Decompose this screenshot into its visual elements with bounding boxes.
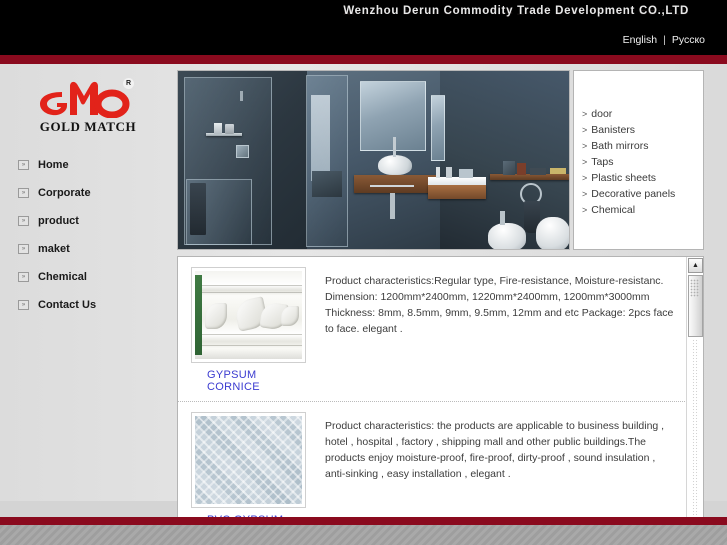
- scroll-up-button[interactable]: ▲: [688, 258, 703, 273]
- footer-accent-bar: [0, 517, 727, 525]
- double-chevron-icon: »: [18, 300, 29, 310]
- triangle-up-icon: ▲: [692, 262, 699, 269]
- category-label: Plastic sheets: [591, 172, 657, 184]
- double-chevron-icon: »: [18, 188, 29, 198]
- category-label: Chemical: [591, 204, 636, 216]
- page-body: R GOLD MATCH » Home » Corporate » produc…: [0, 64, 727, 545]
- language-link-english[interactable]: English: [623, 34, 657, 46]
- sidebar-item-label: maket: [38, 243, 70, 255]
- category-list: > door > Banisters > Bath mirrors > Taps > Pl…: [582, 106, 703, 218]
- sidebar-item-label: Chemical: [38, 271, 87, 283]
- sidebar-item-label: Corporate: [38, 187, 91, 199]
- category-label: Taps: [591, 156, 614, 168]
- double-chevron-icon: »: [18, 216, 29, 226]
- sidebar-item-chemical[interactable]: » Chemical: [18, 268, 168, 286]
- sidebar-item-contact-us[interactable]: » Contact Us: [18, 296, 168, 314]
- page-root: Wenzhou Derun Commodity Trade Developmen…: [0, 0, 727, 545]
- category-item-bath-mirrors[interactable]: > Bath mirrors: [582, 138, 703, 154]
- language-switcher: English | Русско: [623, 34, 705, 46]
- language-separator: |: [663, 34, 666, 46]
- sidebar-item-label: product: [38, 215, 79, 227]
- category-item-door[interactable]: > door: [582, 106, 703, 122]
- bathroom-photo: [178, 71, 569, 249]
- double-chevron-icon: »: [18, 160, 29, 170]
- category-item-chemical[interactable]: > Chemical: [582, 202, 703, 218]
- logo-mark-icon: R: [32, 76, 134, 119]
- sidebar-item-label: Home: [38, 159, 69, 171]
- logo-text: GOLD MATCH: [39, 119, 137, 134]
- product-row: GYPSUM CORNICE Product characteristics:R…: [178, 257, 703, 402]
- category-item-taps[interactable]: > Taps: [582, 154, 703, 170]
- category-label: door: [591, 108, 613, 120]
- sidebar-item-product[interactable]: » product: [18, 212, 168, 230]
- sidebar-item-corporate[interactable]: » Corporate: [18, 184, 168, 202]
- sidebar-item-label: Contact Us: [38, 299, 97, 311]
- product-title-link[interactable]: GYPSUM CORNICE: [207, 369, 309, 393]
- chevron-right-icon: >: [582, 109, 588, 119]
- category-label: Decorative panels: [591, 188, 676, 200]
- chevron-right-icon: >: [582, 141, 588, 151]
- language-link-russian[interactable]: Русско: [672, 34, 705, 46]
- category-item-plastic-sheets[interactable]: > Plastic sheets: [582, 170, 703, 186]
- header-accent-bar: [0, 55, 727, 64]
- category-label: Bath mirrors: [591, 140, 649, 152]
- chevron-right-icon: >: [582, 125, 588, 135]
- double-chevron-icon: »: [18, 244, 29, 254]
- category-item-banisters[interactable]: > Banisters: [582, 122, 703, 138]
- scrollbar-thumb-grip: [690, 279, 699, 297]
- registered-trademark-icon: R: [123, 78, 134, 89]
- site-logo[interactable]: R GOLD MATCH: [28, 76, 148, 138]
- chevron-right-icon: >: [582, 173, 588, 183]
- double-chevron-icon: »: [18, 272, 29, 282]
- product-description: Product characteristics:Regular type, Fi…: [325, 275, 674, 335]
- sidebar-nav: » Home » Corporate » product » maket » C…: [18, 156, 168, 324]
- product-list-panel: GYPSUM CORNICE Product characteristics:R…: [177, 256, 704, 545]
- footer-striped-area: [0, 525, 727, 545]
- chevron-right-icon: >: [582, 189, 588, 199]
- category-panel: > door > Banisters > Bath mirrors > Taps > Pl…: [573, 70, 704, 250]
- category-item-decorative-panels[interactable]: > Decorative panels: [582, 186, 703, 202]
- sidebar-item-home[interactable]: » Home: [18, 156, 168, 174]
- scrollbar-track[interactable]: [692, 339, 699, 539]
- company-name: Wenzhou Derun Commodity Trade Developmen…: [343, 5, 689, 17]
- gm-monogram-icon: [40, 81, 130, 119]
- chevron-right-icon: >: [582, 205, 588, 215]
- chevron-right-icon: >: [582, 157, 588, 167]
- banner-image: [177, 70, 570, 250]
- product-panel-scrollbar[interactable]: ▲ ▲ ▼: [686, 257, 703, 545]
- product-image-gypsum-cornice[interactable]: [191, 267, 306, 363]
- product-image-pvc-gypsum-board[interactable]: [191, 412, 306, 508]
- product-thumbnail-wrap: GYPSUM CORNICE: [191, 267, 309, 393]
- left-sidebar: R GOLD MATCH » Home » Corporate » produc…: [0, 64, 177, 501]
- sidebar-item-maket[interactable]: » maket: [18, 240, 168, 258]
- site-header: Wenzhou Derun Commodity Trade Developmen…: [0, 0, 727, 55]
- category-label: Banisters: [591, 124, 636, 136]
